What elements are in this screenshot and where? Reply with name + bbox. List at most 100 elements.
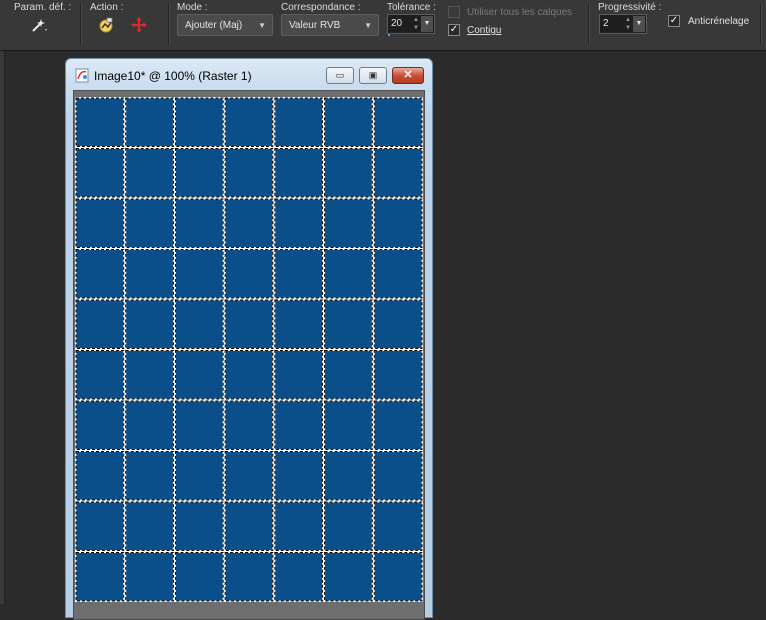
tolerance-label: Tolérance :	[387, 2, 436, 13]
canvas-tile	[275, 452, 323, 500]
canvas-tile	[275, 199, 323, 247]
mode-dropdown[interactable]: Ajouter (Maj) ▼	[177, 14, 273, 36]
image-canvas-frame	[73, 90, 425, 620]
canvas-tile	[126, 401, 173, 449]
canvas-tile	[325, 351, 372, 399]
chevron-down-icon[interactable]: ▼	[633, 16, 645, 32]
feather-spinbox[interactable]: 2 ▲ ▼ ▼	[599, 14, 647, 34]
app-icon	[75, 68, 90, 83]
action-label: Action :	[90, 2, 124, 13]
canvas-tile	[275, 351, 323, 399]
antialias-label: Anticrénelage	[688, 16, 750, 27]
canvas-tile	[175, 553, 223, 601]
chevron-down-icon[interactable]: ▼	[421, 16, 433, 32]
canvas-tile	[126, 250, 173, 298]
canvas-tile	[126, 553, 173, 601]
match-mode-dropdown[interactable]: Valeur RVB ▼	[281, 14, 379, 36]
close-button[interactable]: ✕	[392, 67, 424, 84]
chevron-down-icon: ▼	[364, 21, 372, 30]
canvas-tile	[275, 98, 323, 146]
canvas-tile	[76, 351, 124, 399]
feather-value: 2	[603, 18, 609, 29]
canvas-tile	[126, 149, 173, 197]
canvas-tile	[175, 250, 223, 298]
window-title: Image10* @ 100% (Raster 1)	[94, 69, 252, 83]
tolerance-spinbox[interactable]: 20 ▲ ▼ ▼	[387, 14, 435, 36]
canvas-tile	[225, 452, 273, 500]
canvas-tile	[374, 351, 422, 399]
canvas-tile	[325, 250, 372, 298]
checkmark-icon: ✓	[669, 15, 679, 26]
tool-options-toolbar: Param. déf. : Action : Mode : Ajouter (M…	[0, 0, 766, 51]
canvas-tile	[225, 300, 273, 348]
spin-arrows-icon[interactable]: ▲ ▼	[413, 16, 419, 32]
canvas-tile	[126, 98, 173, 146]
canvas-tile	[275, 250, 323, 298]
canvas-tile	[325, 502, 372, 550]
tolerance-value: 20	[391, 18, 403, 29]
canvas-tile	[175, 452, 223, 500]
feather-label: Progressivité :	[598, 2, 662, 13]
image-canvas[interactable]	[75, 97, 423, 602]
canvas-tile	[126, 502, 173, 550]
canvas-tile	[275, 401, 323, 449]
maximize-icon: ▣	[368, 70, 378, 80]
canvas-tile	[76, 452, 124, 500]
match-mode-value: Valeur RVB	[289, 20, 341, 31]
canvas-tile	[76, 502, 124, 550]
mode-label: Mode :	[177, 2, 208, 13]
canvas-tile	[374, 300, 422, 348]
canvas-tile	[225, 553, 273, 601]
canvas-tile	[126, 199, 173, 247]
apply-icon[interactable]	[97, 16, 115, 34]
canvas-tile	[275, 149, 323, 197]
chevron-down-icon: ▼	[258, 21, 266, 30]
contiguous-checkbox[interactable]: ✓	[448, 24, 460, 36]
canvas-tile	[275, 300, 323, 348]
spin-arrows-icon[interactable]: ▲ ▼	[625, 16, 631, 32]
canvas-tile	[76, 149, 124, 197]
canvas-tile	[225, 502, 273, 550]
canvas-tile	[225, 98, 273, 146]
canvas-tile	[175, 502, 223, 550]
antialias-checkbox[interactable]: ✓	[668, 15, 680, 27]
canvas-tile	[126, 351, 173, 399]
canvas-tile	[76, 553, 124, 601]
canvas-tile	[76, 401, 124, 449]
canvas-tile	[76, 98, 124, 146]
minimize-icon: ▭	[335, 70, 345, 80]
canvas-tile	[126, 300, 173, 348]
canvas-tile	[374, 502, 422, 550]
canvas-tile	[175, 149, 223, 197]
canvas-tile	[175, 98, 223, 146]
canvas-tile	[325, 553, 372, 601]
canvas-tile	[374, 199, 422, 247]
canvas-tile	[225, 250, 273, 298]
canvas-tile	[76, 300, 124, 348]
canvas-tile	[175, 401, 223, 449]
canvas-tile	[325, 452, 372, 500]
canvas-tile	[374, 401, 422, 449]
image-window[interactable]: Image10* @ 100% (Raster 1) ▭ ▣ ✕	[65, 58, 433, 620]
contiguous-label: Contigu	[467, 25, 502, 36]
checkmark-icon: ✓	[449, 24, 459, 35]
use-all-layers-checkbox[interactable]	[448, 6, 460, 18]
canvas-tile	[325, 149, 372, 197]
canvas-tile	[325, 199, 372, 247]
canvas-tile	[374, 452, 422, 500]
close-icon: ✕	[403, 69, 413, 81]
reset-icon[interactable]	[130, 16, 148, 34]
canvas-tile	[325, 300, 372, 348]
canvas-tile	[225, 199, 273, 247]
maximize-button[interactable]: ▣	[359, 67, 387, 84]
mode-value: Ajouter (Maj)	[185, 20, 243, 31]
presets-label: Param. déf. :	[14, 2, 72, 13]
magic-wand-icon[interactable]	[30, 16, 52, 34]
minimize-button[interactable]: ▭	[326, 67, 354, 84]
canvas-tile	[175, 351, 223, 399]
canvas-tile	[126, 452, 173, 500]
canvas-tile	[76, 199, 124, 247]
use-all-layers-label: Utiliser tous les calques	[467, 7, 573, 18]
canvas-tile	[374, 98, 422, 146]
canvas-tile	[225, 401, 273, 449]
